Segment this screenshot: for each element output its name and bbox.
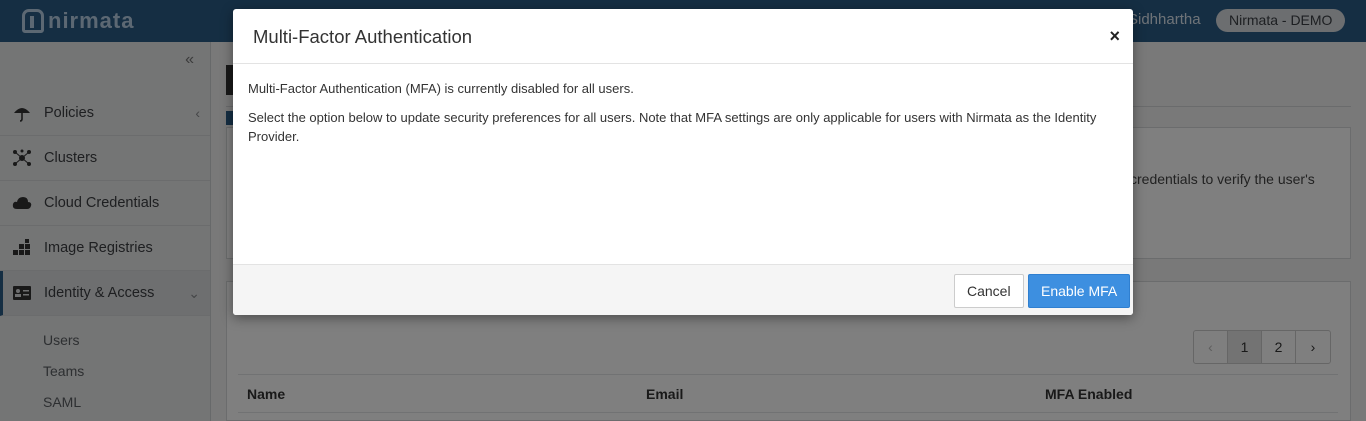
cancel-button[interactable]: Cancel: [954, 274, 1024, 308]
mfa-instructions-text: Select the option below to update securi…: [248, 110, 1097, 144]
modal-footer: Cancel Enable MFA: [233, 264, 1133, 315]
mfa-status-text: Multi-Factor Authentication (MFA) is cur…: [248, 81, 634, 96]
enable-mfa-button[interactable]: Enable MFA: [1028, 274, 1131, 308]
mfa-modal: Multi-Factor Authentication × Multi-Fact…: [233, 9, 1133, 315]
close-icon[interactable]: ×: [1109, 26, 1120, 47]
modal-title: Multi-Factor Authentication: [253, 26, 473, 47]
modal-header: Multi-Factor Authentication ×: [233, 9, 1133, 64]
modal-body: Multi-Factor Authentication (MFA) is cur…: [248, 79, 1118, 156]
